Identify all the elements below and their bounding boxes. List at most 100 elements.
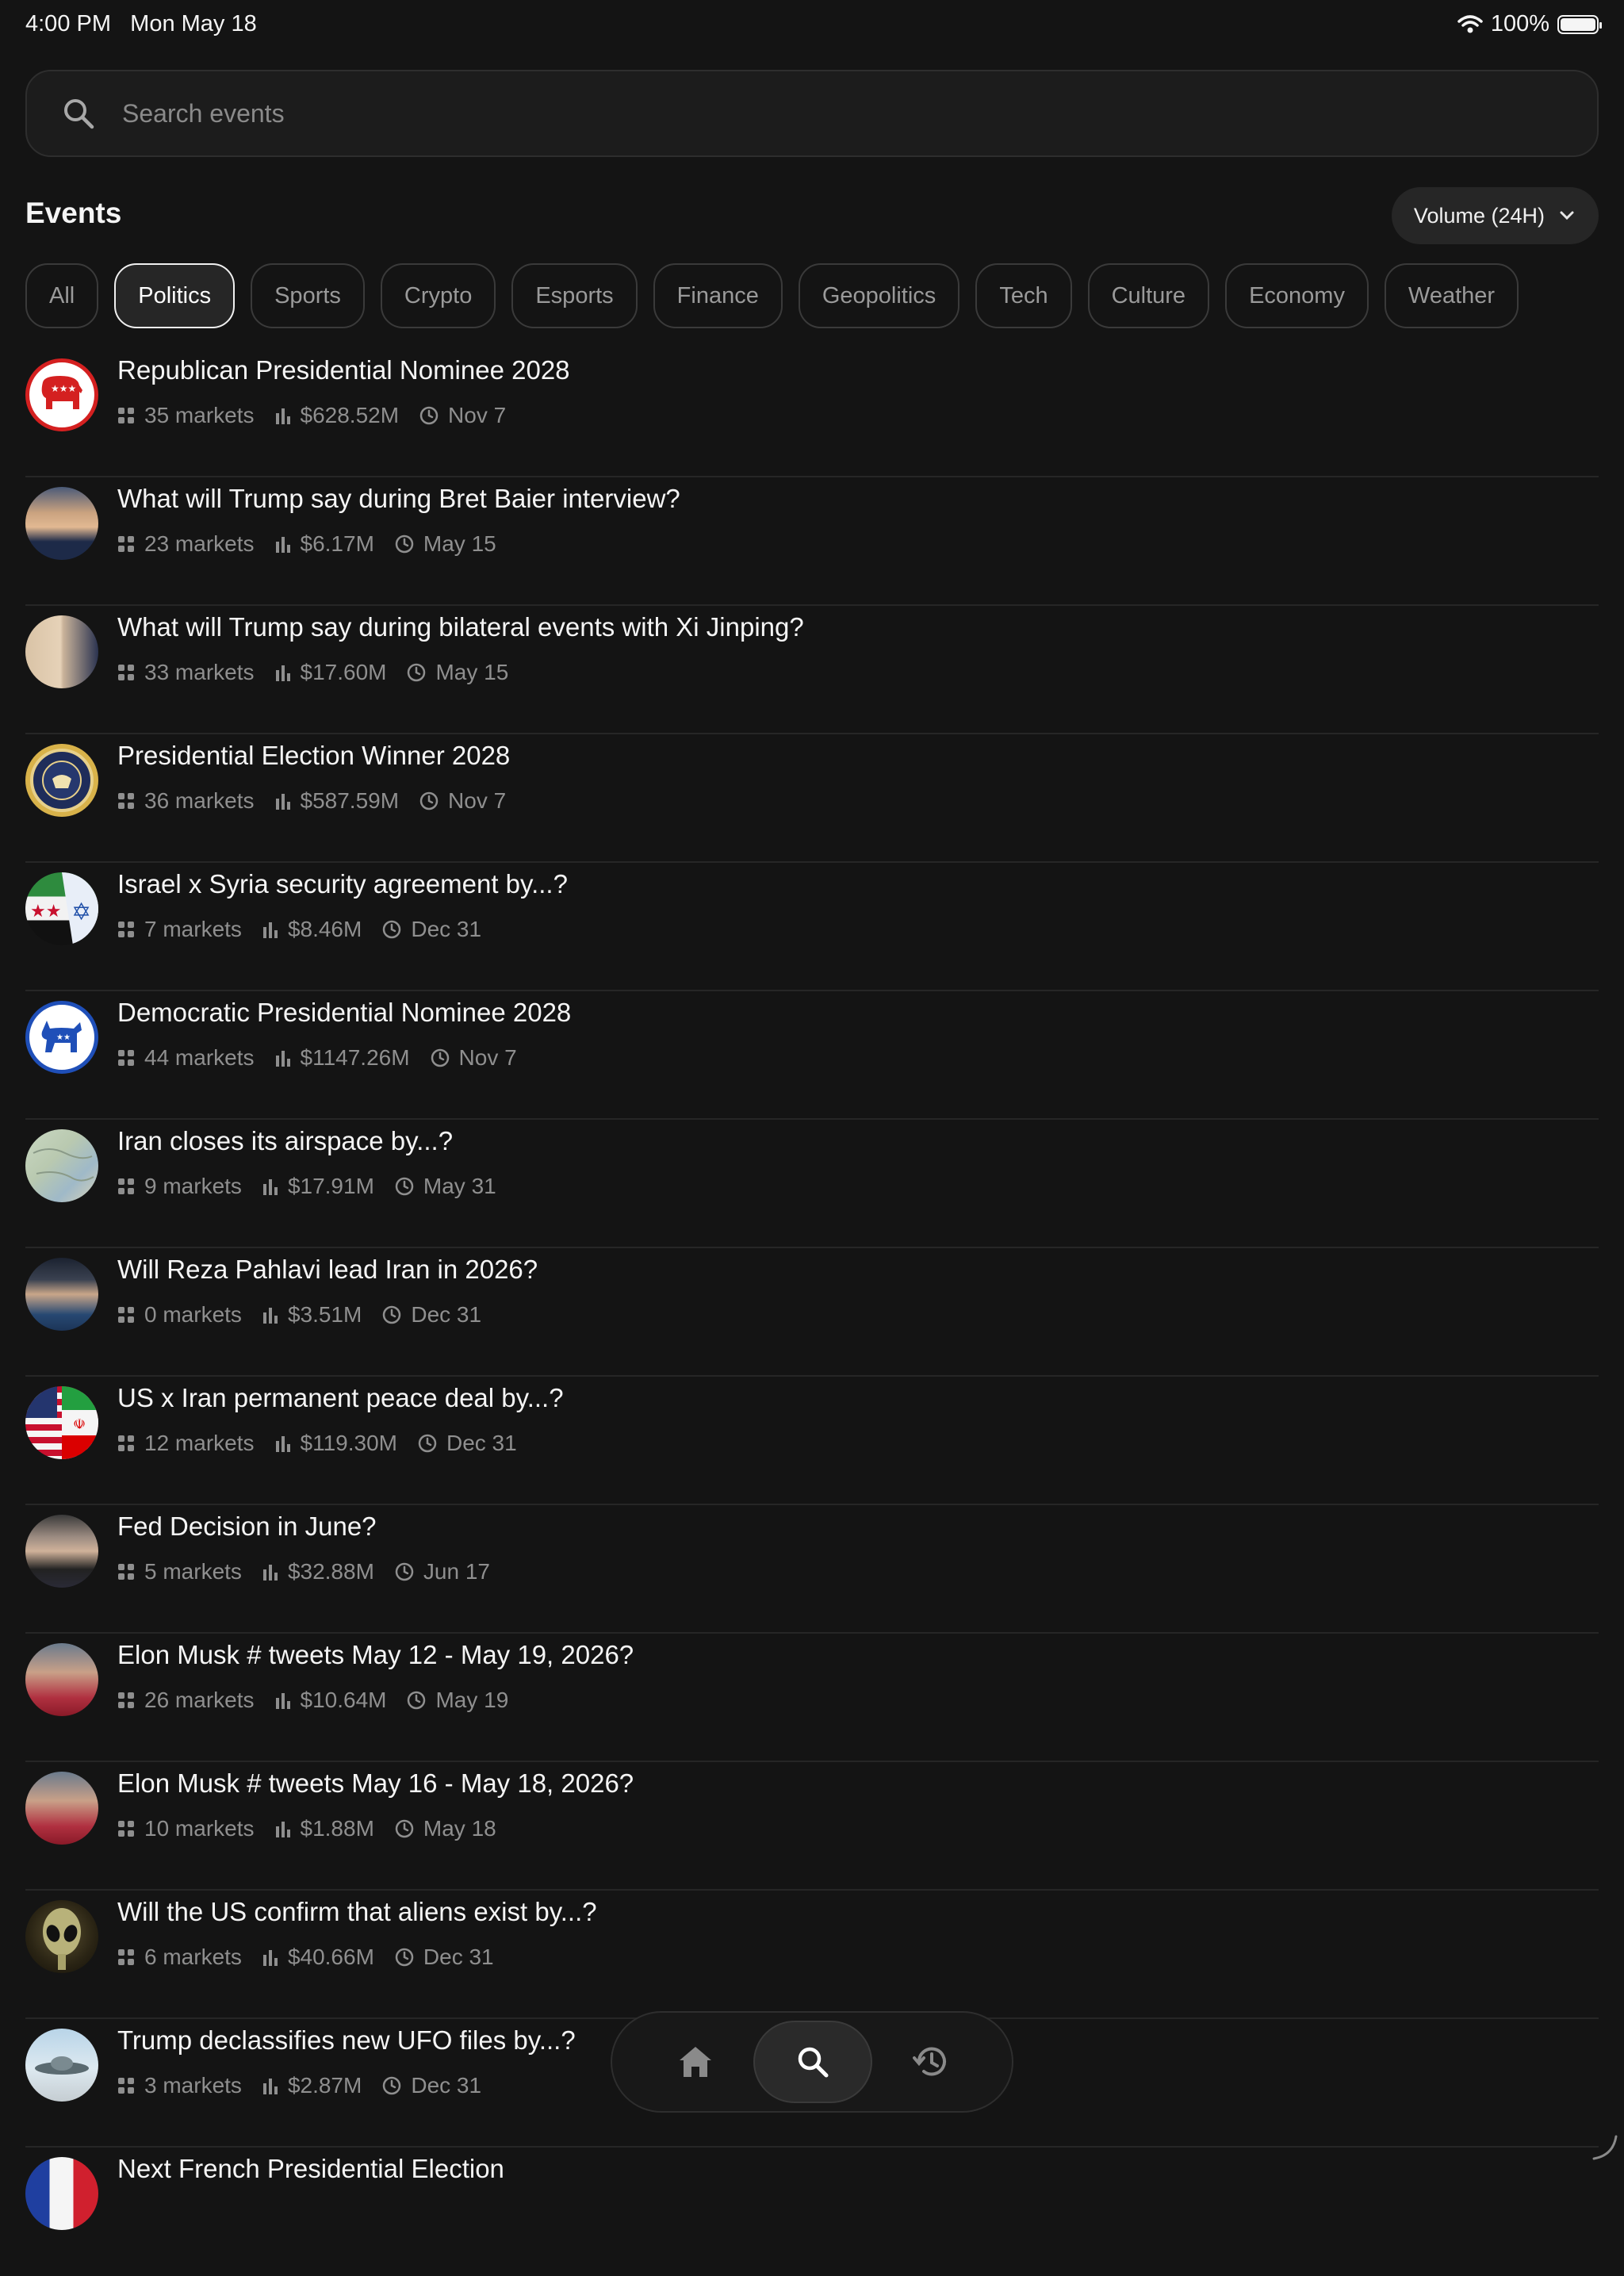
markets-label: 44 markets (144, 1045, 255, 1070)
event-title: What will Trump say during Bret Baier in… (117, 484, 680, 513)
end-date: May 18 (395, 1816, 496, 1841)
bar-chart-icon (275, 1693, 290, 1709)
chip-esports[interactable]: Esports (511, 263, 638, 328)
history-icon (913, 2047, 946, 2076)
volume: $40.66M (262, 1945, 374, 1970)
event-row[interactable]: Will the US confirm that aliens exist by… (25, 1891, 1599, 2019)
chip-culture[interactable]: Culture (1087, 263, 1210, 328)
markets-label: 6 markets (144, 1945, 242, 1969)
event-row[interactable]: What will Trump say during Bret Baier in… (25, 477, 1599, 606)
volume: $32.88M (262, 1559, 374, 1584)
event-title: Will the US confirm that aliens exist by… (117, 1897, 597, 1926)
markets-count: 23 markets (117, 531, 255, 557)
chip-sports[interactable]: Sports (251, 263, 365, 328)
bar-chart-icon (275, 794, 290, 810)
clock-icon (395, 1948, 414, 1967)
date-label: May 19 (435, 1688, 509, 1712)
markets-label: 36 markets (144, 788, 255, 813)
clock-icon (431, 1048, 449, 1067)
event-title: Presidential Election Winner 2028 (117, 741, 511, 770)
trump-xi-photo-icon (25, 615, 98, 688)
chip-crypto[interactable]: Crypto (380, 263, 496, 328)
chip-geopolitics[interactable]: Geopolitics (798, 263, 960, 328)
markets-count: 10 markets (117, 1816, 255, 1841)
chip-all[interactable]: All (25, 263, 99, 328)
date-label: Dec 31 (423, 1945, 494, 1969)
chip-weather[interactable]: Weather (1384, 263, 1519, 328)
date-label: Nov 7 (448, 403, 507, 427)
event-row[interactable]: Elon Musk # tweets May 12 - May 19, 2026… (25, 1634, 1599, 1762)
status-bar: 4:00 PM Mon May 18 100% (0, 0, 1624, 51)
volume-label: $17.91M (287, 1174, 374, 1198)
status-date: Mon May 18 (130, 11, 257, 36)
event-meta: 26 markets $10.64M May 19 (117, 1688, 529, 1713)
bar-chart-icon (275, 408, 290, 424)
trump-photo-icon (25, 487, 98, 560)
event-row[interactable]: Next French Presidential Election (25, 2148, 1599, 2276)
event-meta: 33 markets $17.60M May 15 (117, 660, 529, 685)
tab-home[interactable] (636, 2021, 755, 2103)
markets-count: 12 markets (117, 1431, 255, 1456)
volume: $17.91M (262, 1174, 374, 1199)
volume-label: $1.88M (300, 1816, 374, 1841)
event-meta: 12 markets $119.30M Dec 31 (117, 1431, 538, 1456)
event-row[interactable]: Iran closes its airspace by...? 9 market… (25, 1120, 1599, 1248)
bar-chart-icon (275, 1051, 290, 1067)
search-input[interactable] (121, 98, 1472, 129)
event-row[interactable]: ☫ US x Iran permanent peace deal by...? … (25, 1377, 1599, 1505)
markets-count: 0 markets (117, 1302, 242, 1328)
chip-tech[interactable]: Tech (975, 263, 1072, 328)
volume-label: $8.46M (287, 917, 362, 941)
france-flag-icon (25, 2157, 98, 2230)
date-label: May 31 (423, 1174, 496, 1198)
event-row[interactable]: Presidential Election Winner 2028 36 mar… (25, 734, 1599, 863)
tab-history[interactable] (872, 2021, 991, 2103)
grid-icon (118, 1692, 134, 1708)
event-title: Fed Decision in June? (117, 1512, 377, 1541)
clock-icon (395, 535, 414, 554)
date-label: May 18 (423, 1816, 496, 1841)
volume-label: $3.51M (287, 1302, 362, 1327)
end-date: Jun 17 (395, 1559, 490, 1584)
date-label: Dec 31 (411, 1302, 482, 1327)
event-title: Republican Presidential Nominee 2028 (117, 355, 570, 385)
clock-icon (395, 1819, 414, 1838)
home-icon (680, 2047, 711, 2077)
grid-icon (118, 922, 134, 937)
event-meta: 3 markets $2.87M Dec 31 (117, 2073, 502, 2098)
event-row[interactable]: Fed Decision in June? 5 markets $32.88M … (25, 1505, 1599, 1634)
clock-icon (419, 791, 439, 810)
chip-finance[interactable]: Finance (653, 263, 783, 328)
tab-search[interactable] (753, 2021, 872, 2103)
volume-label: $40.66M (287, 1945, 374, 1969)
event-row[interactable]: ★★ Democratic Presidential Nominee 2028 … (25, 991, 1599, 1120)
grid-icon (118, 1050, 134, 1066)
event-meta: 6 markets $40.66M Dec 31 (117, 1945, 515, 1970)
wifi-icon (1457, 14, 1483, 33)
search-bar[interactable] (25, 70, 1599, 157)
volume: $2.87M (262, 2073, 362, 2098)
markets-label: 12 markets (144, 1431, 255, 1455)
end-date: May 19 (407, 1688, 508, 1713)
event-row[interactable]: ✡ ★★ Israel x Syria security agreement by… (25, 863, 1599, 991)
date-label: Nov 7 (448, 788, 507, 813)
chip-politics[interactable]: Politics (114, 263, 236, 328)
end-date: Dec 31 (395, 1945, 494, 1970)
event-row[interactable]: ★★★ Republican Presidential Nominee 2028… (25, 349, 1599, 477)
event-meta: 23 markets $6.17M May 15 (117, 531, 517, 557)
sort-dropdown-button[interactable]: Volume (24H) (1391, 187, 1599, 244)
end-date: Dec 31 (382, 917, 481, 942)
event-row[interactable]: Elon Musk # tweets May 16 - May 18, 2026… (25, 1762, 1599, 1891)
event-meta: 10 markets $1.88M May 18 (117, 1816, 517, 1841)
status-right: 100% (1457, 11, 1602, 37)
event-row[interactable]: What will Trump say during bilateral eve… (25, 606, 1599, 734)
page-title: Events (25, 197, 122, 229)
clock-icon (418, 1434, 437, 1453)
battery-icon (1557, 14, 1602, 34)
event-row[interactable]: Will Reza Pahlavi lead Iran in 2026? 0 m… (25, 1248, 1599, 1377)
bottom-tab-bar (611, 2011, 1013, 2113)
markets-count: 3 markets (117, 2073, 242, 2098)
iran-map-icon (25, 1129, 98, 1202)
chip-economy[interactable]: Economy (1225, 263, 1369, 328)
search-icon (798, 2047, 829, 2078)
